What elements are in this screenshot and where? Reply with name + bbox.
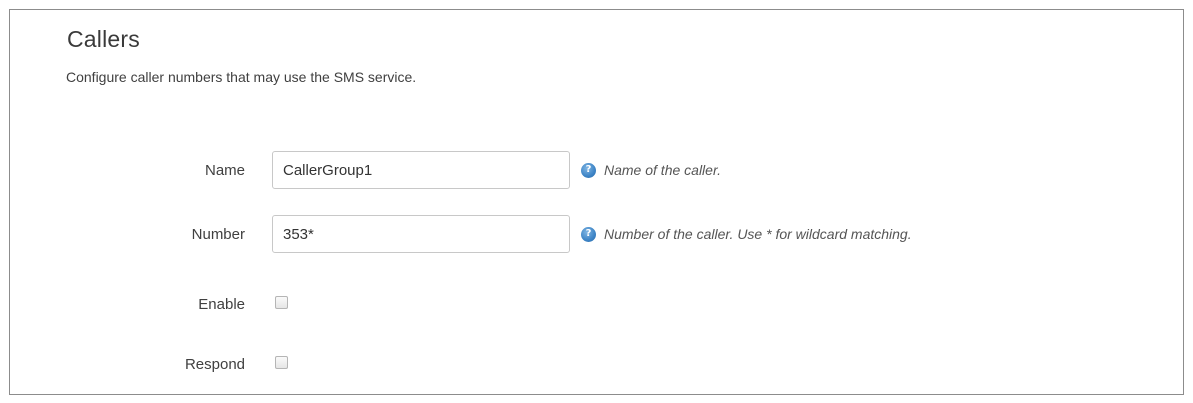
name-row: Name ? Name of the caller.	[10, 151, 1183, 191]
section-title: Callers	[67, 26, 140, 52]
number-input[interactable]	[272, 215, 570, 253]
enable-row: Enable	[10, 285, 1183, 325]
enable-checkbox[interactable]	[275, 296, 288, 309]
respond-label: Respond	[184, 356, 245, 373]
number-help: ? Number of the caller. Use * for wildca…	[581, 226, 912, 242]
name-label: Name	[204, 162, 245, 179]
respond-checkbox[interactable]	[275, 356, 288, 369]
callers-panel: Callers Configure caller numbers that ma…	[9, 9, 1184, 395]
name-help: ? Name of the caller.	[581, 162, 721, 178]
enable-label: Enable	[198, 296, 245, 313]
name-input[interactable]	[272, 151, 570, 189]
respond-row: Respond	[10, 345, 1183, 385]
help-icon: ?	[581, 162, 596, 178]
help-icon: ?	[581, 226, 596, 242]
number-row: Number ? Number of the caller. Use * for…	[10, 215, 1183, 255]
number-label: Number	[191, 226, 245, 243]
name-help-text: Name of the caller.	[604, 162, 721, 178]
number-help-text: Number of the caller. Use * for wildcard…	[604, 226, 912, 242]
section-description: Configure caller numbers that may use th…	[66, 69, 417, 85]
